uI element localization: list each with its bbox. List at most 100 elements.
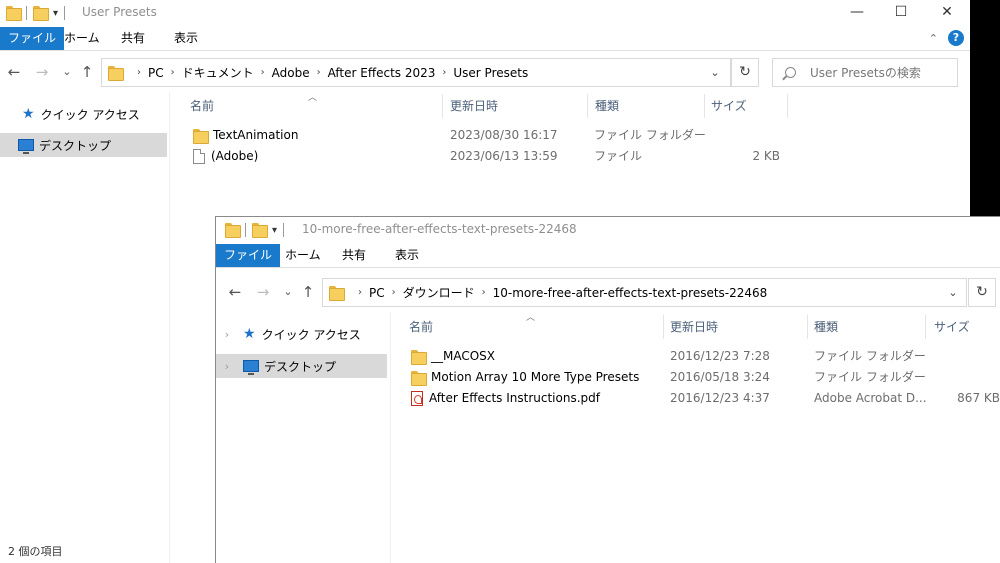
chevron-right-icon[interactable]: ›: [171, 67, 175, 78]
folder-icon: [193, 128, 209, 144]
column-header-name[interactable]: 名前: [409, 315, 433, 339]
file-modified: 2023/06/13 13:59: [450, 149, 558, 163]
recent-locations-button[interactable]: ⌄: [279, 282, 297, 302]
breadcrumb-after-effects[interactable]: After Effects 2023: [328, 66, 436, 80]
file-type: ファイル フォルダー: [594, 128, 706, 142]
tab-file[interactable]: ファイル: [0, 27, 65, 50]
breadcrumb-adobe[interactable]: Adobe: [272, 66, 310, 80]
tab-view[interactable]: 表示: [166, 27, 206, 50]
address-dropdown-icon[interactable]: ⌄: [703, 58, 727, 87]
search-input[interactable]: User Presetsの検索: [772, 58, 958, 87]
chevron-right-icon[interactable]: ›: [442, 67, 446, 78]
title-bar: ▾ 10-more-free-after-effects-text-preset…: [216, 217, 1000, 243]
up-button[interactable]: ↑: [78, 62, 96, 82]
refresh-button[interactable]: ↻: [968, 278, 996, 307]
chevron-right-icon[interactable]: ›: [261, 67, 265, 78]
file-row[interactable]: After Effects Instructions.pdf 2016/12/2…: [392, 388, 1000, 409]
file-row[interactable]: TextAnimation 2023/08/30 16:17 ファイル フォルダ…: [171, 125, 970, 146]
maximize-button[interactable]: ☐: [878, 0, 924, 24]
folder-icon[interactable]: [225, 223, 241, 238]
ribbon-tabs: ファイル ホーム 共有 表示 ⌃ ?: [0, 27, 970, 51]
quick-access-toolbar: ▾: [225, 221, 290, 239]
nav-label: デスクトップ: [264, 359, 337, 374]
close-button[interactable]: ✕: [924, 0, 970, 24]
file-type: ファイル フォルダー: [814, 370, 926, 384]
chevron-right-icon[interactable]: ›: [358, 287, 362, 298]
refresh-button[interactable]: ↻: [731, 58, 759, 87]
minimize-button[interactable]: —: [834, 0, 880, 24]
column-divider[interactable]: [442, 94, 443, 118]
file-name: TextAnimation: [213, 128, 299, 142]
column-header-type[interactable]: 種類: [595, 94, 619, 118]
ribbon-collapse-icon[interactable]: ⌃: [929, 32, 938, 45]
tab-share[interactable]: 共有: [334, 244, 374, 267]
column-divider[interactable]: [925, 315, 926, 339]
address-bar[interactable]: › PC › ドキュメント › Adobe › After Effects 20…: [101, 58, 731, 87]
folder-icon[interactable]: [6, 6, 22, 21]
chevron-right-icon[interactable]: ›: [137, 67, 141, 78]
recent-locations-button[interactable]: ⌄: [58, 62, 76, 82]
desktop-icon: [18, 139, 34, 154]
column-header-modified[interactable]: 更新日時: [670, 315, 718, 339]
nav-desktop[interactable]: デスクトップ: [0, 133, 167, 157]
file-type: ファイル フォルダー: [814, 349, 926, 363]
breadcrumb-pc[interactable]: PC: [148, 66, 164, 80]
address-bar[interactable]: › PC › ダウンロード › 10-more-free-after-effec…: [322, 278, 967, 307]
chevron-right-icon[interactable]: ›: [317, 67, 321, 78]
column-divider[interactable]: [663, 315, 664, 339]
column-divider[interactable]: [587, 94, 588, 118]
nav-desktop[interactable]: › デスクトップ: [216, 354, 387, 378]
breadcrumb-pc[interactable]: PC: [369, 286, 385, 300]
sort-ascending-icon: ︿: [308, 93, 318, 103]
expand-icon[interactable]: ›: [221, 360, 233, 373]
file-type: Adobe Acrobat D...: [814, 391, 927, 405]
help-icon[interactable]: ?: [948, 30, 964, 46]
nav-quick-access[interactable]: › ★ クイック アクセス: [216, 322, 390, 346]
column-header-size[interactable]: サイズ: [934, 315, 970, 339]
forward-button[interactable]: →: [33, 62, 51, 82]
tab-home[interactable]: ホーム: [56, 27, 108, 50]
file-row[interactable]: Motion Array 10 More Type Presets 2016/0…: [392, 367, 1000, 388]
column-header-size[interactable]: サイズ: [711, 94, 747, 118]
breadcrumb-downloads[interactable]: ダウンロード: [403, 284, 475, 301]
pdf-icon: [411, 391, 423, 406]
folder-icon: [411, 349, 427, 365]
file-row[interactable]: __MACOSX 2016/12/23 7:28 ファイル フォルダー: [392, 346, 1000, 367]
up-button[interactable]: ↑: [299, 282, 317, 302]
expand-icon[interactable]: ›: [221, 328, 233, 341]
address-dropdown-icon[interactable]: ⌄: [941, 278, 965, 307]
qa-dropdown-icon[interactable]: ▾: [272, 225, 277, 236]
navigation-bar: ← → ⌄ ↑ › PC › ダウンロード › 10-more-free-aft…: [216, 272, 1000, 312]
file-size: 2 KB: [752, 149, 780, 163]
chevron-right-icon[interactable]: ›: [392, 287, 396, 298]
column-divider[interactable]: [704, 94, 705, 118]
column-header-name[interactable]: 名前: [190, 94, 214, 118]
new-folder-icon[interactable]: [33, 6, 49, 21]
breadcrumb-documents[interactable]: ドキュメント: [182, 64, 254, 81]
breadcrumb-user-presets[interactable]: User Presets: [453, 66, 528, 80]
qa-dropdown-icon[interactable]: ▾: [53, 8, 58, 19]
tab-file[interactable]: ファイル: [216, 244, 281, 267]
nav-quick-access[interactable]: ★ クイック アクセス: [0, 102, 169, 126]
column-header-modified[interactable]: 更新日時: [450, 94, 498, 118]
explorer-window-downloads: ▾ 10-more-free-after-effects-text-preset…: [215, 216, 1000, 563]
navigation-pane: ★ クイック アクセス デスクトップ: [0, 92, 170, 563]
back-button[interactable]: ←: [226, 282, 244, 302]
file-row[interactable]: (Adobe) 2023/06/13 13:59 ファイル 2 KB: [171, 146, 970, 167]
tab-view[interactable]: 表示: [387, 244, 427, 267]
tab-share[interactable]: 共有: [113, 27, 153, 50]
chevron-right-icon[interactable]: ›: [482, 287, 486, 298]
quick-access-toolbar: ▾: [6, 4, 71, 22]
new-folder-icon[interactable]: [252, 223, 268, 238]
column-divider[interactable]: [787, 94, 788, 118]
forward-button[interactable]: →: [254, 282, 272, 302]
column-header-type[interactable]: 種類: [814, 315, 838, 339]
tab-home[interactable]: ホーム: [277, 244, 329, 267]
file-icon: [193, 149, 205, 164]
folder-icon: [329, 285, 345, 301]
window-title: User Presets: [82, 5, 157, 19]
breadcrumb-current-folder[interactable]: 10-more-free-after-effects-text-presets-…: [493, 286, 768, 300]
column-divider[interactable]: [807, 315, 808, 339]
back-button[interactable]: ←: [5, 62, 23, 82]
nav-label: クイック アクセス: [261, 327, 361, 342]
